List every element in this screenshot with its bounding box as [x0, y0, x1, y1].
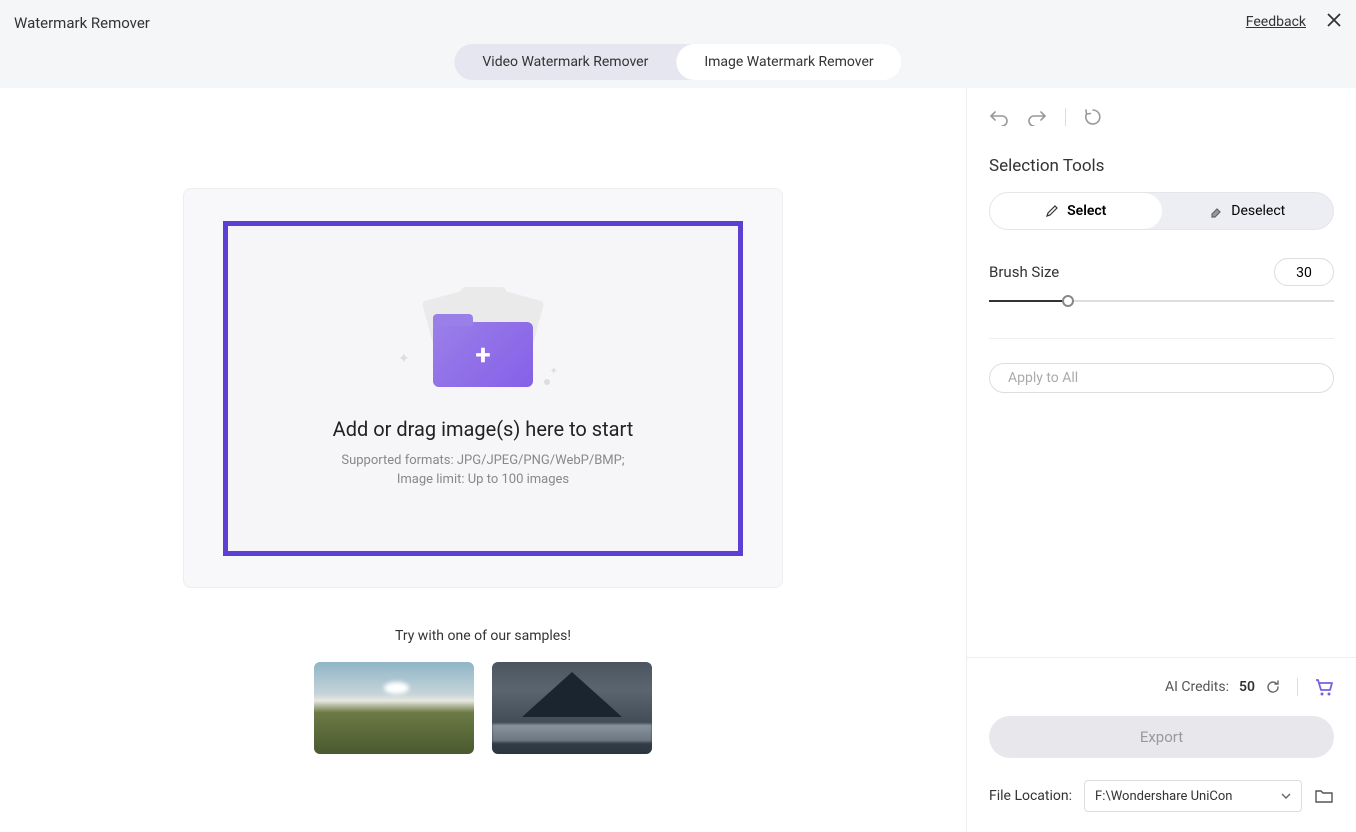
history-toolbar	[989, 108, 1334, 126]
file-location-value: F:\Wondershare UniCon	[1095, 789, 1232, 804]
ai-credits-label: AI Credits:	[1165, 679, 1229, 695]
selection-tool-toggle: Select Deselect	[989, 192, 1334, 230]
sample-image-2[interactable]	[492, 662, 652, 754]
select-tool-label: Select	[1067, 203, 1106, 219]
toolbar-divider	[1065, 108, 1066, 126]
brush-size-value[interactable]: 30	[1274, 258, 1334, 286]
samples-label: Try with one of our samples!	[395, 628, 571, 644]
drop-zone-formats: Supported formats: JPG/JPEG/PNG/WebP/BMP…	[341, 451, 624, 471]
drop-zone-title: Add or drag image(s) here to start	[333, 417, 634, 441]
reset-icon[interactable]	[1084, 108, 1102, 126]
tab-image-watermark[interactable]: Image Watermark Remover	[676, 44, 901, 80]
feedback-link[interactable]: Feedback	[1246, 14, 1306, 30]
file-location-select[interactable]: F:\Wondershare UniCon	[1084, 780, 1302, 812]
selection-tools-title: Selection Tools	[989, 156, 1334, 176]
open-folder-icon[interactable]	[1314, 788, 1334, 804]
tab-video-watermark[interactable]: Video Watermark Remover	[454, 44, 676, 80]
left-panel: + ✦ ✦ Add or drag image(s) here to start…	[0, 88, 966, 832]
file-location-label: File Location:	[989, 788, 1072, 804]
refresh-credits-icon[interactable]	[1265, 679, 1281, 695]
deselect-tool-button[interactable]: Deselect	[1162, 193, 1334, 229]
mode-tab-switcher: Video Watermark Remover Image Watermark …	[454, 44, 901, 80]
eraser-icon	[1209, 204, 1223, 218]
slider-thumb[interactable]	[1062, 295, 1074, 307]
brush-size-row: Brush Size 30	[989, 258, 1334, 286]
main-area: + ✦ ✦ Add or drag image(s) here to start…	[0, 88, 1356, 832]
ai-credits-value: 50	[1239, 679, 1255, 695]
credits-divider	[1297, 678, 1298, 696]
brush-size-slider[interactable]	[989, 300, 1334, 302]
header-bar: Watermark Remover Feedback Video Waterma…	[0, 0, 1356, 88]
drop-zone-subtitle: Supported formats: JPG/JPEG/PNG/WebP/BMP…	[341, 451, 624, 490]
samples-row	[314, 662, 652, 754]
drop-zone-limit: Image limit: Up to 100 images	[341, 470, 624, 490]
export-button[interactable]: Export	[989, 716, 1334, 758]
select-tool-button[interactable]: Select	[990, 193, 1162, 229]
close-icon[interactable]	[1326, 12, 1342, 28]
drop-zone-container: + ✦ ✦ Add or drag image(s) here to start…	[183, 188, 783, 588]
credits-row: AI Credits: 50	[989, 678, 1334, 696]
redo-icon[interactable]	[1027, 108, 1047, 126]
chevron-down-icon	[1281, 793, 1291, 799]
apply-to-all-button[interactable]: Apply to All	[989, 363, 1334, 393]
drop-zone[interactable]: + ✦ ✦ Add or drag image(s) here to start…	[223, 221, 743, 556]
undo-icon[interactable]	[989, 108, 1009, 126]
sample-image-1[interactable]	[314, 662, 474, 754]
export-section: AI Credits: 50 Export File Location: F:\…	[967, 657, 1356, 832]
file-location-row: File Location: F:\Wondershare UniCon	[989, 780, 1334, 812]
deselect-tool-label: Deselect	[1231, 203, 1285, 219]
brush-size-label: Brush Size	[989, 263, 1059, 281]
pencil-icon	[1045, 204, 1059, 218]
right-panel: Selection Tools Select Deselect Brush Si…	[966, 88, 1356, 832]
section-divider	[989, 338, 1334, 339]
app-title: Watermark Remover	[14, 14, 150, 32]
cart-icon[interactable]	[1314, 678, 1334, 696]
add-folder-icon: + ✦ ✦	[398, 287, 568, 397]
